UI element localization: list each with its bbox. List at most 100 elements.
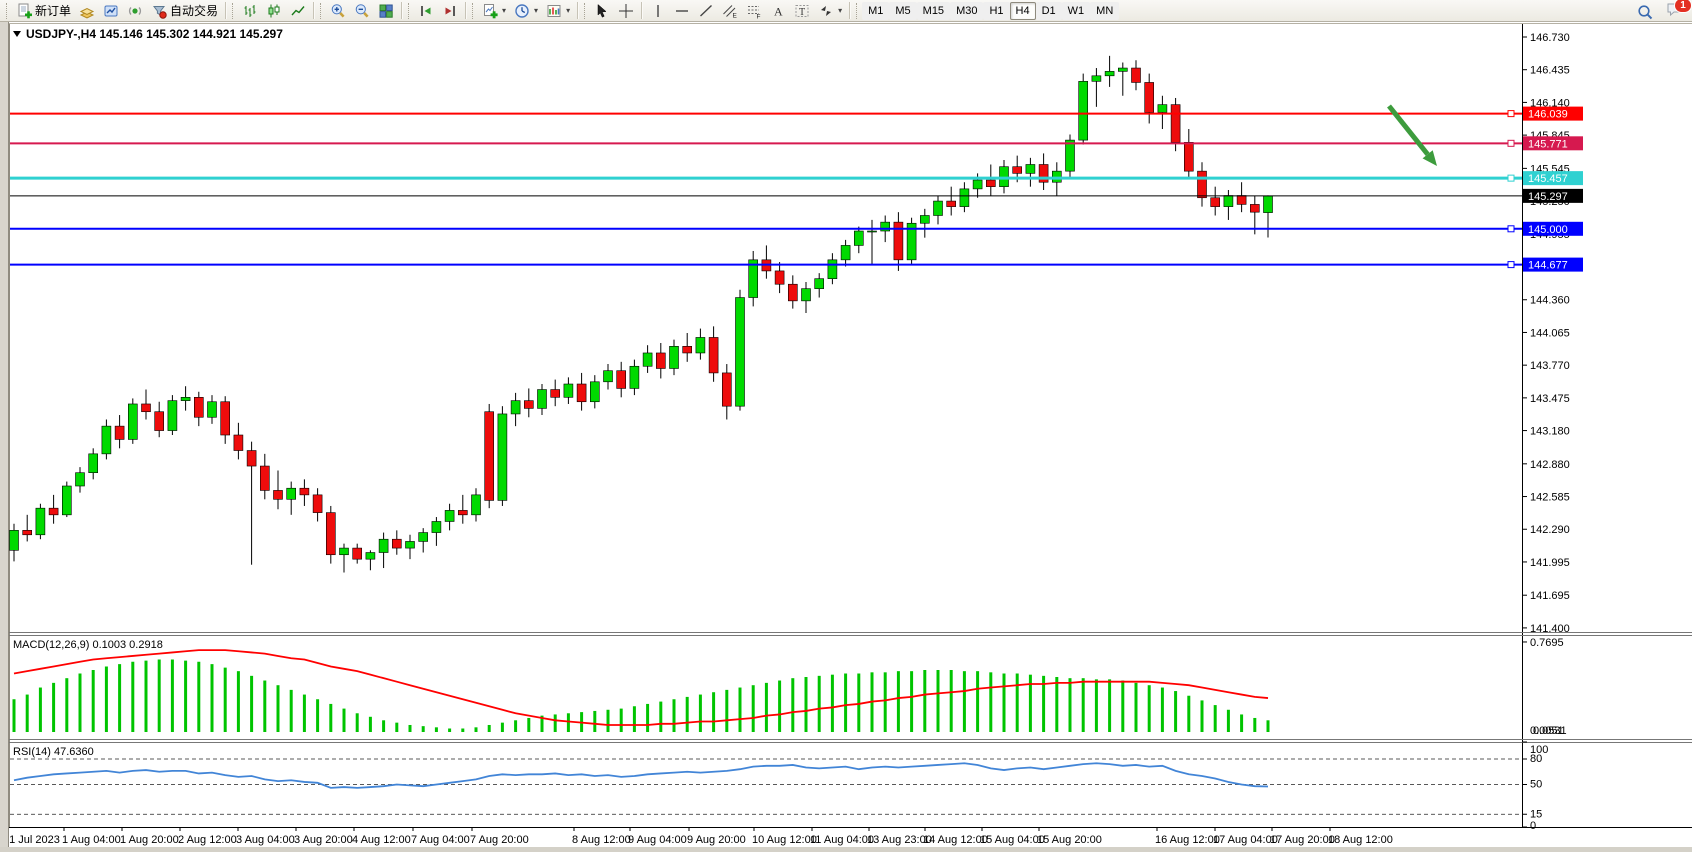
timeframe-d1-button[interactable]: D1 (1036, 2, 1062, 20)
candle-body (36, 508, 45, 535)
rsi-scale-label: 80 (1530, 753, 1542, 765)
candlestick-chart-icon (266, 3, 282, 19)
chart-canvas[interactable]: 146.730146.435146.140145.845145.545145.2… (0, 22, 1692, 852)
candle-body (1211, 198, 1220, 207)
price-tick-label: 141.695 (1530, 590, 1570, 602)
auto-scroll-button[interactable] (414, 1, 438, 21)
chevron-down-icon: ▾ (566, 6, 570, 15)
vertical-line-button[interactable] (646, 1, 670, 21)
candle-body (221, 402, 230, 435)
time-tick-label: 31 Jul 2023 (3, 834, 60, 846)
period-button[interactable]: ▾ (510, 1, 542, 21)
add-indicator-button[interactable]: ▾ (478, 1, 510, 21)
horizontal-line-icon (674, 3, 690, 19)
candle-body (392, 539, 401, 548)
hline-handle[interactable] (1508, 140, 1514, 146)
zoom-in-button[interactable] (326, 1, 350, 21)
timeframe-mn-button[interactable]: MN (1090, 2, 1119, 20)
chart-profile-icon (79, 3, 95, 19)
rsi-scale-label: 15 (1530, 808, 1542, 820)
timeframe-m15-button[interactable]: M15 (917, 2, 950, 20)
time-tick-label: 1 Aug 04:00 (62, 834, 121, 846)
hline-handle[interactable] (1508, 175, 1514, 181)
svg-text:F: F (757, 13, 761, 19)
price-label-text: 146.039 (1528, 109, 1568, 121)
rsi-indicator-label: RSI(14) 47.6360 (13, 746, 94, 758)
template-button[interactable]: ▾ (542, 1, 574, 21)
time-tick-label: 1 Aug 20:00 (120, 834, 179, 846)
candle-body (722, 373, 731, 406)
time-tick-label: 9 Aug 20:00 (687, 834, 746, 846)
hline-handle[interactable] (1508, 226, 1514, 232)
tile-windows-icon (378, 3, 394, 19)
window-left-border (0, 22, 9, 852)
candle-body (155, 412, 164, 431)
candle-body (1158, 105, 1167, 113)
bar-chart-button[interactable] (238, 1, 262, 21)
hline-handle[interactable] (1508, 111, 1514, 117)
timeframe-m1-button[interactable]: M1 (862, 2, 889, 20)
toolbar-grip (6, 3, 10, 19)
macd-indicator-label: MACD(12,26,9) 0.1003 0.2918 (13, 639, 163, 651)
horizontal-line-button[interactable] (670, 1, 694, 21)
candle-body (1079, 81, 1088, 140)
candle-body (419, 533, 428, 542)
price-label-text: 145.771 (1528, 138, 1568, 150)
timeframe-w1-button[interactable]: W1 (1062, 2, 1091, 20)
line-chart-button[interactable] (286, 1, 310, 21)
candle-body (194, 397, 203, 417)
text-label-button[interactable]: T (790, 1, 814, 21)
toolbar-separator (313, 2, 315, 19)
time-tick-label: 14 Aug 12:00 (923, 834, 988, 846)
vertical-line-icon (650, 3, 666, 19)
cursor-button[interactable] (590, 1, 614, 21)
search-button[interactable] (1633, 2, 1658, 22)
notification-badge: 1 (1674, 0, 1692, 13)
signals-button[interactable] (123, 1, 147, 21)
macd-scale-top: 0.7695 (1530, 637, 1564, 649)
tile-windows-button[interactable] (374, 1, 398, 21)
auto-trading-button[interactable]: 自动交易 (147, 1, 222, 21)
toolbar-grip (856, 3, 860, 19)
auto-scroll-icon (418, 3, 434, 19)
arrows-button[interactable]: ▾ (814, 1, 846, 21)
text-icon: A (770, 3, 786, 19)
timeframe-m30-button[interactable]: M30 (950, 2, 983, 20)
new-order-button[interactable]: 新订单 (12, 1, 75, 21)
candle-body (181, 397, 190, 400)
timeframe-h4-button[interactable]: H4 (1010, 2, 1036, 20)
channel-button[interactable]: E (718, 1, 742, 21)
notifications-button[interactable]: 1 (1666, 1, 1684, 23)
text-button[interactable]: A (766, 1, 790, 21)
timeframe-h1-button[interactable]: H1 (983, 2, 1009, 20)
time-tick-label: 15 Aug 20:00 (1037, 834, 1102, 846)
toolbar-separator (641, 2, 643, 19)
candle-body (511, 401, 520, 414)
candlestick-chart-button[interactable] (262, 1, 286, 21)
crosshair-button[interactable] (614, 1, 638, 21)
fibonacci-button[interactable]: F (742, 1, 766, 21)
candle-body (709, 337, 718, 372)
price-tick-label: 146.435 (1530, 65, 1570, 77)
chart-profile-button[interactable] (75, 1, 99, 21)
candle-body (340, 548, 349, 555)
candle-body (458, 510, 467, 514)
candle-body (208, 402, 217, 418)
candle-body (379, 539, 388, 552)
market-watch-button[interactable] (99, 1, 123, 21)
chart-shift-button[interactable] (438, 1, 462, 21)
price-tick-label: 141.995 (1530, 557, 1570, 569)
timeframe-m5-button[interactable]: M5 (889, 2, 916, 20)
candle-body (1264, 196, 1273, 213)
zoom-out-button[interactable] (350, 1, 374, 21)
hline-handle[interactable] (1508, 262, 1514, 268)
chevron-down-icon: ▾ (838, 6, 842, 15)
signals-icon (127, 3, 143, 19)
candle-body (551, 390, 560, 398)
price-tick-label: 143.475 (1530, 393, 1570, 405)
candle-body (828, 260, 837, 279)
candle-body (23, 530, 32, 534)
candle-body (630, 366, 639, 388)
chevron-down-icon: ▾ (502, 6, 506, 15)
trendline-button[interactable] (694, 1, 718, 21)
